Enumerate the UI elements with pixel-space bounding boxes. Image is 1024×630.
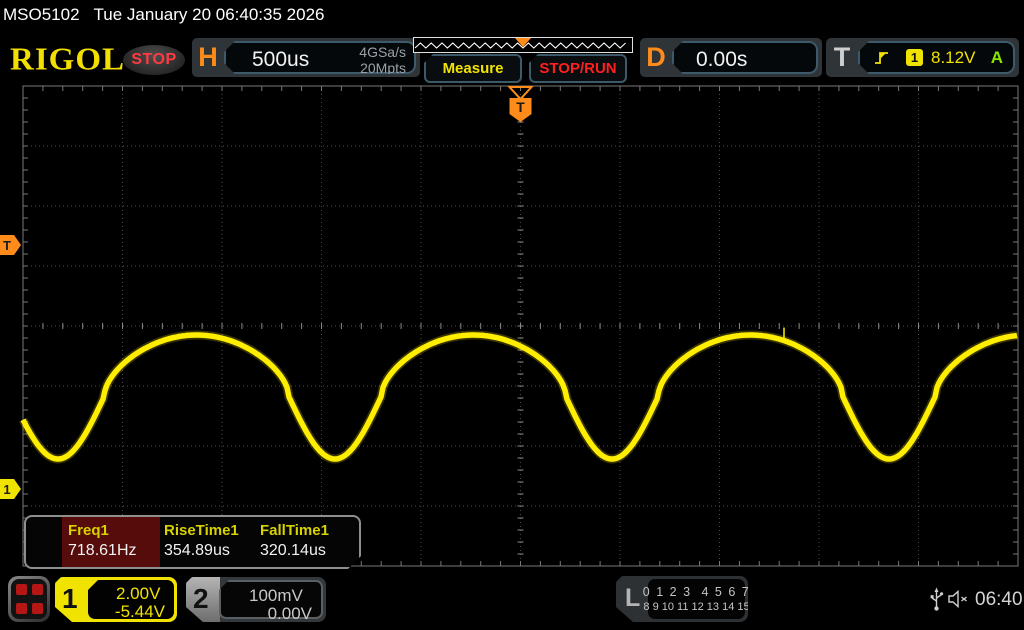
clock-text: 06:40	[975, 589, 1023, 611]
trigger-position-marker[interactable]: T	[510, 87, 532, 122]
channel2-scale: 100mV	[249, 586, 303, 606]
sample-rate: 4GSa/s	[359, 44, 406, 60]
delay-value: 0.00s	[696, 48, 747, 72]
trigger-position-pointer-icon[interactable]	[515, 38, 531, 47]
trigger-sweep-mode: A	[991, 48, 1003, 68]
trigger-box: 1 8.12V A	[858, 41, 1015, 74]
logic-row-0-7: 0 1 2 3 4 5 6 7	[643, 585, 750, 599]
graticule	[23, 86, 1018, 566]
speaker-muted-icon[interactable]	[948, 589, 972, 609]
measurement-name: RiseTime1	[164, 522, 239, 539]
channel1-number: 1	[62, 583, 78, 615]
measurement-value: 320.14us	[260, 542, 326, 560]
top-info-bar: MSO5102 Tue January 20 06:40:35 2026	[3, 5, 324, 25]
horizontal-box: 500us 4GSa/s 20Mpts	[224, 41, 416, 74]
acquisition-status-badge: STOP	[123, 45, 185, 75]
horizontal-position-indicator[interactable]	[413, 37, 633, 53]
trigger-level-marker[interactable]: T	[0, 235, 21, 255]
logic-channel-list: 0 1 2 3 4 5 6 7 8 9 10 11 12 13 14 15	[648, 579, 745, 619]
datetime-text: Tue January 20 06:40:35 2026	[94, 5, 325, 25]
channel1-scale: 2.00V	[116, 584, 160, 604]
measurement-value: 354.89us	[164, 542, 230, 560]
channel2-number: 2	[193, 583, 209, 615]
logic-label: L	[625, 584, 640, 613]
channel1-waveform-trace	[23, 328, 1017, 459]
measurement-panel[interactable]: Freq1 718.61Hz RiseTime1 354.89us FallTi…	[24, 515, 361, 569]
trigger-source-badge: 1	[906, 49, 923, 66]
trigger-settings-box[interactable]: T 1 8.12V A	[826, 38, 1019, 77]
memory-depth: 20Mpts	[359, 60, 406, 76]
timebase-value: 500us	[252, 48, 309, 72]
delay-settings-box[interactable]: D 0.00s	[640, 38, 822, 77]
channel1-values-box: 2.00V -5.44V	[88, 580, 174, 619]
channel1-status-box[interactable]: 1 2.00V -5.44V	[55, 577, 177, 622]
svg-text:T: T	[3, 238, 11, 253]
measurement-value: 718.61Hz	[68, 542, 137, 560]
logic-row-8-15: 8 9 10 11 12 13 14 15	[643, 601, 749, 613]
rising-edge-trigger-icon	[874, 50, 890, 66]
channel1-offset: -5.44V	[115, 602, 165, 622]
svg-text:1: 1	[3, 482, 10, 497]
trigger-label: T	[826, 38, 858, 77]
measure-button[interactable]: Measure	[424, 54, 522, 83]
logic-channels-box[interactable]: L 0 1 2 3 4 5 6 7 8 9 10 11 12 13 14 15	[616, 576, 748, 622]
menu-grid-icon	[11, 579, 47, 619]
channel1-ground-marker[interactable]: 1	[0, 479, 21, 499]
horizontal-settings-box[interactable]: H 500us 4GSa/s 20Mpts	[192, 38, 420, 77]
trigger-level-value: 8.12V	[931, 48, 975, 68]
measurement-name: Freq1	[68, 522, 109, 539]
usb-icon	[929, 586, 944, 612]
channel2-status-box[interactable]: 2 100mV 0.00V	[186, 577, 326, 622]
model-name: MSO5102	[3, 5, 80, 25]
rigol-logo: RIGOL	[10, 43, 125, 78]
measurement-name: FallTime1	[260, 522, 329, 539]
channel2-values-box: 100mV 0.00V	[219, 580, 323, 619]
horizontal-label: H	[192, 38, 224, 77]
stop-run-button[interactable]: STOP/RUN	[529, 54, 627, 83]
delay-label: D	[640, 38, 672, 77]
sample-rate-stack: 4GSa/s 20Mpts	[359, 44, 406, 76]
svg-text:T: T	[516, 99, 525, 115]
channel2-offset: 0.00V	[268, 604, 312, 624]
delay-box: 0.00s	[672, 41, 818, 74]
main-menu-button[interactable]	[8, 576, 50, 622]
